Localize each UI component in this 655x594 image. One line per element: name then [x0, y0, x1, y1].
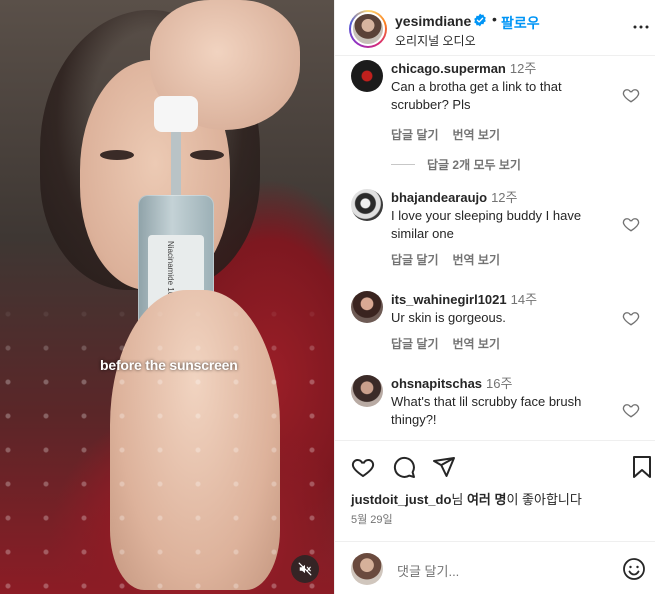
comment-text-block: chicago.superman 12주 Can a brotha get a l… [391, 60, 617, 114]
liked-by-username[interactable]: justdoit_just_do [351, 492, 451, 507]
author-username[interactable]: yesimdiane [395, 13, 471, 29]
liked-by-others[interactable]: 여러 명 [467, 492, 507, 507]
translate-button[interactable]: 번역 보기 [453, 128, 501, 142]
post-date[interactable]: 5월 29일 [351, 511, 393, 527]
comment-bubble-icon[interactable] [392, 455, 416, 484]
video-caption: before the sunscreen [100, 357, 238, 373]
commenter-avatar[interactable] [351, 60, 383, 92]
comment-time[interactable]: 12주 [491, 190, 517, 205]
liked-by-suffix: 이 좋아합니다 [506, 492, 582, 507]
commenter-username[interactable]: ohsnapitschas [391, 376, 482, 391]
share-paper-plane-icon[interactable] [432, 455, 456, 484]
author-avatar[interactable] [349, 10, 387, 48]
like-comment-heart-icon[interactable] [622, 309, 640, 332]
translate-button[interactable]: 번역 보기 [453, 337, 501, 351]
like-comment-heart-icon[interactable] [622, 215, 640, 238]
commenter-username[interactable]: its_wahinegirl1021 [391, 292, 507, 307]
commenter-avatar[interactable] [351, 189, 383, 221]
view-replies-label: 답글 2개 모두 보기 [427, 158, 521, 172]
likes-summary[interactable]: justdoit_just_do님 여러 명이 좋아합니다 [351, 489, 582, 508]
comment-time[interactable]: 16주 [486, 376, 512, 391]
like-comment-heart-icon[interactable] [622, 86, 640, 109]
post-footer: justdoit_just_do님 여러 명이 좋아합니다 5월 29일 댓글 … [335, 440, 655, 594]
view-replies-button[interactable]: 답글 2개 모두 보기 [391, 156, 521, 173]
commenter-avatar[interactable] [351, 375, 383, 407]
commenter-username[interactable]: bhajandearaujo [391, 190, 487, 205]
comment-text-block: bhajandearaujo 12주 I love your sleeping b… [391, 189, 617, 243]
post-side-panel: yesimdiane • 팔로우 오리지널 오디오 chicago.superm… [334, 0, 655, 594]
comment-text-block: ohsnapitschas 16주 What's that lil scrubby… [391, 375, 617, 429]
translate-button[interactable]: 번역 보기 [453, 253, 501, 267]
current-user-avatar [351, 553, 383, 585]
liked-by-mid: 님 [451, 492, 467, 507]
comment-time[interactable]: 14주 [511, 292, 537, 307]
reply-button[interactable]: 답글 달기 [391, 128, 439, 142]
comment-body: What's that lil scrubby face brush thing… [391, 394, 582, 427]
commenter-username[interactable]: chicago.superman [391, 61, 506, 76]
like-comment-heart-icon[interactable] [622, 401, 640, 424]
comments-list[interactable]: chicago.superman 12주 Can a brotha get a l… [335, 56, 655, 440]
header-separator: • [492, 11, 497, 27]
like-heart-icon[interactable] [351, 455, 375, 484]
comment-actions: 답글 달기 번역 보기 [391, 251, 514, 268]
reply-button[interactable]: 답글 달기 [391, 337, 439, 351]
muted-speaker-icon [298, 562, 312, 576]
original-audio-link[interactable]: 오리지널 오디오 [395, 32, 476, 49]
follow-button[interactable]: 팔로우 [501, 13, 540, 33]
reply-button[interactable]: 답글 달기 [391, 253, 439, 267]
comment-time[interactable]: 12주 [510, 61, 536, 76]
more-options-icon[interactable] [632, 18, 650, 41]
comment-actions: 답글 달기 번역 보기 [391, 335, 514, 352]
video-frame-pajama-pattern [0, 0, 334, 594]
commenter-avatar[interactable] [351, 291, 383, 323]
mute-button[interactable] [291, 555, 319, 583]
save-bookmark-icon[interactable] [632, 455, 652, 484]
comment-actions: 답글 달기 번역 보기 [391, 126, 514, 143]
post-header: yesimdiane • 팔로우 오리지널 오디오 [335, 0, 655, 56]
post-action-bar [335, 441, 655, 493]
verified-badge-icon [473, 13, 487, 32]
comment-body: I love your sleeping buddy I have simila… [391, 208, 582, 241]
add-comment-bar: 댓글 달기... [335, 541, 655, 594]
comment-body: Ur skin is gorgeous. [391, 310, 506, 325]
emoji-smiley-icon[interactable] [622, 557, 646, 586]
video-player[interactable]: Niacinamide 10% Serum before the sunscre… [0, 0, 334, 594]
comment-input[interactable]: 댓글 달기... [397, 561, 459, 580]
comment-body: Can a brotha get a link to that scrubber… [391, 79, 562, 112]
replies-divider-line [391, 164, 415, 165]
comment-text-block: its_wahinegirl1021 14주 Ur skin is gorgeou… [391, 291, 617, 327]
